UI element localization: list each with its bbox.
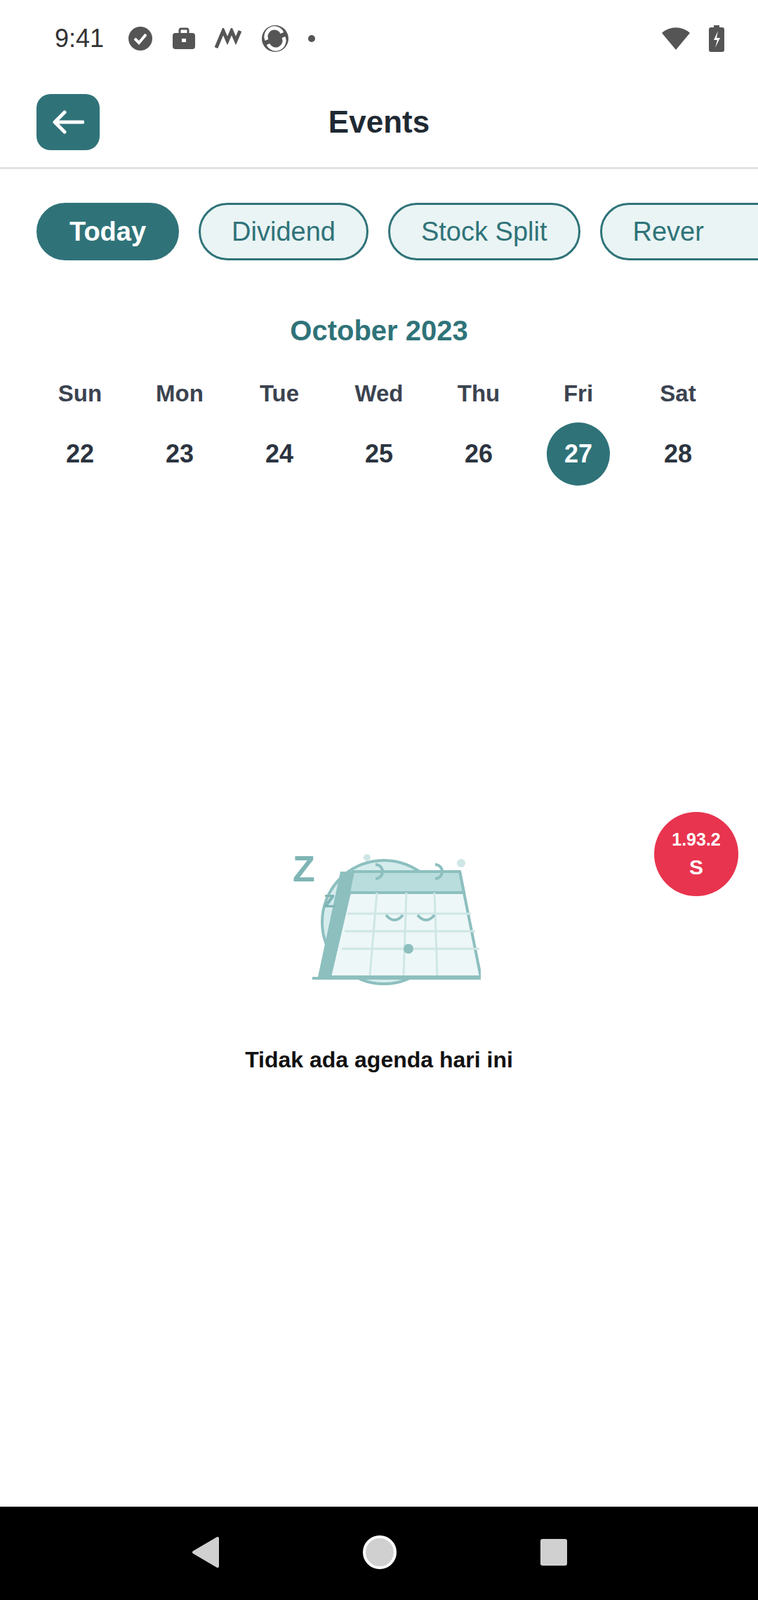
nav-recents-button[interactable] bbox=[539, 1537, 569, 1571]
weekday-label: Thu bbox=[428, 380, 529, 408]
nav-back-icon bbox=[189, 1535, 221, 1570]
back-arrow-icon bbox=[51, 110, 85, 135]
briefcase-icon bbox=[171, 26, 197, 51]
filter-chip[interactable]: Stock Split bbox=[388, 202, 581, 261]
filter-chip[interactable]: Rever bbox=[600, 202, 758, 261]
app-header: Events bbox=[0, 77, 758, 170]
back-button[interactable] bbox=[36, 94, 100, 151]
day-cell: 25 bbox=[329, 422, 429, 486]
day-cell: 24 bbox=[229, 422, 330, 486]
dot-icon bbox=[307, 34, 316, 43]
filter-chips: Today Dividend Stock Split Rever bbox=[0, 169, 758, 261]
day-button[interactable]: 25 bbox=[347, 422, 411, 486]
weekday-label: Wed bbox=[329, 380, 429, 408]
app-logo-icon bbox=[214, 28, 243, 50]
weekday-label: Tue bbox=[229, 380, 330, 408]
week-calendar: SunMonTueWedThuFriSat 22 23 24 25 26 27 28 bbox=[0, 380, 758, 486]
status-time: 9:41 bbox=[54, 23, 104, 54]
day-button[interactable]: 24 bbox=[247, 422, 311, 486]
nav-recents-icon bbox=[539, 1537, 569, 1568]
empty-state: Zz Tidak ada agenda hari ini bbox=[0, 850, 758, 1074]
sleep-mark: z bbox=[323, 887, 336, 912]
month-label: October 2023 bbox=[0, 315, 758, 347]
nav-home-icon bbox=[361, 1534, 398, 1571]
empty-message: Tidak ada agenda hari ini bbox=[244, 1047, 514, 1074]
page-title: Events bbox=[99, 104, 659, 140]
filter-chip[interactable]: Dividend bbox=[198, 202, 369, 261]
check-icon bbox=[127, 25, 154, 52]
day-cell: 22 bbox=[30, 422, 130, 486]
day-button[interactable]: 27 bbox=[546, 422, 610, 486]
filter-chip[interactable]: Today bbox=[36, 202, 179, 261]
day-button[interactable]: 28 bbox=[646, 422, 710, 486]
wifi-icon bbox=[661, 26, 691, 51]
filter-label: Rever bbox=[633, 216, 704, 248]
version-badge[interactable]: 1.93.2 S bbox=[654, 812, 739, 897]
day-button[interactable]: 23 bbox=[148, 422, 212, 486]
events-content: Today Dividend Stock Split Rever October 202… bbox=[0, 169, 758, 1507]
sync-logo-icon bbox=[261, 24, 290, 53]
navigation-bar bbox=[0, 1506, 758, 1600]
battery-icon bbox=[708, 25, 725, 52]
day-cell: 27 bbox=[528, 422, 629, 486]
sleep-mark: Z bbox=[292, 850, 316, 888]
badge-version: 1.93.2 bbox=[671, 829, 721, 850]
status-bar: 9:41 bbox=[0, 0, 758, 78]
day-cell: 23 bbox=[129, 422, 230, 486]
weekday-label: Sat bbox=[628, 380, 728, 408]
badge-flavor: S bbox=[689, 855, 704, 880]
weekday-label: Mon bbox=[129, 380, 230, 408]
nav-back-button[interactable] bbox=[189, 1535, 221, 1573]
filter-label: Stock Split bbox=[421, 216, 548, 248]
filter-label: Today bbox=[69, 216, 146, 248]
nav-home-button[interactable] bbox=[361, 1534, 398, 1574]
day-cell: 26 bbox=[428, 422, 529, 486]
day-cell: 28 bbox=[628, 422, 728, 486]
day-button[interactable]: 26 bbox=[447, 422, 511, 486]
weekday-label: Fri bbox=[528, 380, 629, 408]
day-button[interactable]: 22 bbox=[48, 422, 112, 486]
sleeping-calendar-icon: Zz bbox=[277, 850, 481, 999]
filter-label: Dividend bbox=[231, 216, 336, 248]
weekday-label: Sun bbox=[30, 380, 130, 408]
